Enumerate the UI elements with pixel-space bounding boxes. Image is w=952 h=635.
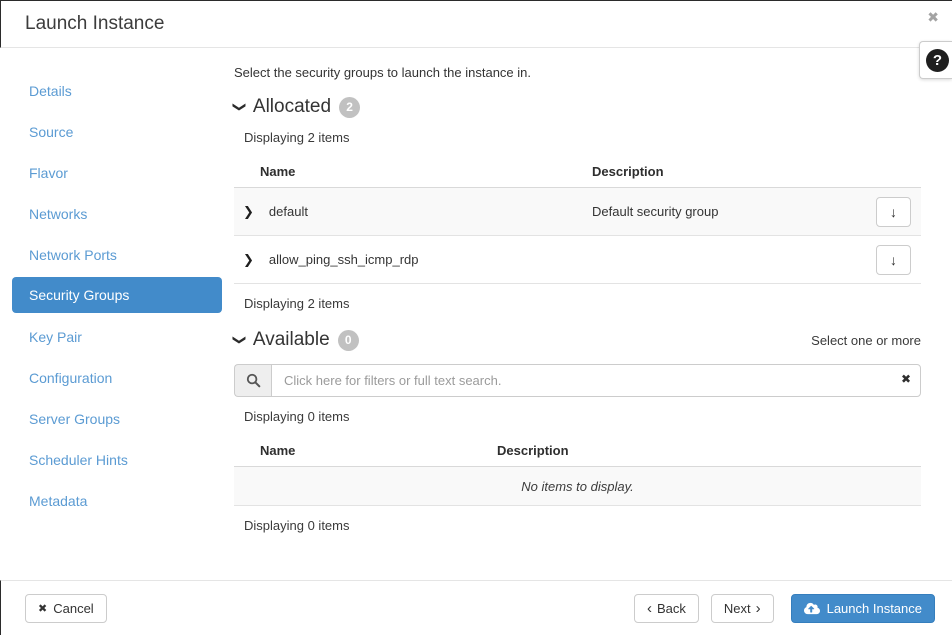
modal-header: Launch Instance ✖ xyxy=(0,1,952,48)
allocated-displaying-bottom: Displaying 2 items xyxy=(244,296,921,311)
column-header-name: Name xyxy=(234,164,592,179)
chevron-down-icon[interactable]: ❯ xyxy=(231,335,247,346)
sidebar-item-server-groups[interactable]: Server Groups xyxy=(12,398,222,439)
launch-instance-modal: Launch Instance ✖ ? Details Source Flavo… xyxy=(0,0,952,635)
search-addon[interactable] xyxy=(234,364,271,397)
column-header-name: Name xyxy=(234,443,497,458)
allocated-title: Allocated xyxy=(253,96,331,118)
chevron-right-icon[interactable]: ❯ xyxy=(234,204,254,220)
sidebar-item-configuration[interactable]: Configuration xyxy=(12,357,222,398)
empty-table-row: No items to display. xyxy=(234,467,921,506)
modal-body: Details Source Flavor Networks Network P… xyxy=(0,48,952,581)
column-header-description: Description xyxy=(592,164,875,179)
column-header-description: Description xyxy=(497,443,921,458)
clear-search-icon[interactable]: ✖ xyxy=(901,373,911,385)
allocated-count-badge: 2 xyxy=(339,97,360,118)
available-table-header: Name Description xyxy=(234,434,921,467)
chevron-right-icon: › xyxy=(756,601,761,616)
x-icon: ✖ xyxy=(38,602,47,615)
table-row: ❯ default Default security group ↓ xyxy=(234,188,921,236)
close-icon[interactable]: ✖ xyxy=(927,10,939,24)
back-button[interactable]: ‹ Back xyxy=(634,594,699,623)
search-icon xyxy=(246,373,261,388)
allocated-table-header: Name Description xyxy=(234,155,921,188)
arrow-down-icon: ↓ xyxy=(890,252,897,268)
arrow-down-icon: ↓ xyxy=(890,204,897,220)
launch-instance-button[interactable]: Launch Instance xyxy=(791,594,935,623)
available-section-header: ❯ Available 0 Select one or more xyxy=(234,329,921,351)
sidebar-item-source[interactable]: Source xyxy=(12,111,222,152)
search-input[interactable] xyxy=(271,364,921,397)
allocated-table: Name Description ❯ default Default secur… xyxy=(234,155,921,284)
cloud-upload-icon xyxy=(804,602,820,615)
step-content: Select the security groups to launch the… xyxy=(234,48,921,581)
deallocate-button[interactable]: ↓ xyxy=(876,245,911,275)
allocated-displaying-top: Displaying 2 items xyxy=(244,130,921,145)
available-title: Available xyxy=(253,329,330,351)
available-displaying-top: Displaying 0 items xyxy=(244,409,921,424)
wizard-sidebar: Details Source Flavor Networks Network P… xyxy=(0,48,234,581)
deallocate-button[interactable]: ↓ xyxy=(876,197,911,227)
sidebar-item-networks[interactable]: Networks xyxy=(12,193,222,234)
search-bar: ✖ xyxy=(234,364,921,397)
sidebar-item-flavor[interactable]: Flavor xyxy=(12,152,222,193)
security-group-description: Default security group xyxy=(592,204,865,219)
available-table: Name Description No items to display. xyxy=(234,434,921,506)
chevron-left-icon: ‹ xyxy=(647,601,652,616)
sidebar-item-scheduler-hints[interactable]: Scheduler Hints xyxy=(12,439,222,480)
step-description: Select the security groups to launch the… xyxy=(234,65,921,80)
page-title: Launch Instance xyxy=(25,13,164,35)
modal-footer: ✖ Cancel ‹ Back Next › Launch Instance xyxy=(0,580,952,635)
cancel-button[interactable]: ✖ Cancel xyxy=(25,594,107,623)
sidebar-item-network-ports[interactable]: Network Ports xyxy=(12,234,222,275)
sidebar-item-details[interactable]: Details xyxy=(12,70,222,111)
help-icon: ? xyxy=(926,49,949,72)
allocated-section-header: ❯ Allocated 2 xyxy=(234,96,921,118)
chevron-down-icon[interactable]: ❯ xyxy=(231,102,247,113)
select-hint: Select one or more xyxy=(811,333,921,348)
chevron-right-icon[interactable]: ❯ xyxy=(234,252,254,268)
available-count-badge: 0 xyxy=(338,330,359,351)
available-displaying-bottom: Displaying 0 items xyxy=(244,518,921,533)
table-row: ❯ allow_ping_ssh_icmp_rdp ↓ xyxy=(234,236,921,284)
sidebar-item-security-groups[interactable]: Security Groups xyxy=(12,277,222,313)
help-button[interactable]: ? xyxy=(919,41,952,79)
security-group-name: default xyxy=(269,204,308,219)
no-items-message: No items to display. xyxy=(521,479,633,494)
security-group-name: allow_ping_ssh_icmp_rdp xyxy=(269,252,419,267)
next-button[interactable]: Next › xyxy=(711,594,774,623)
sidebar-item-metadata[interactable]: Metadata xyxy=(12,480,222,521)
sidebar-item-key-pair[interactable]: Key Pair xyxy=(12,316,222,357)
